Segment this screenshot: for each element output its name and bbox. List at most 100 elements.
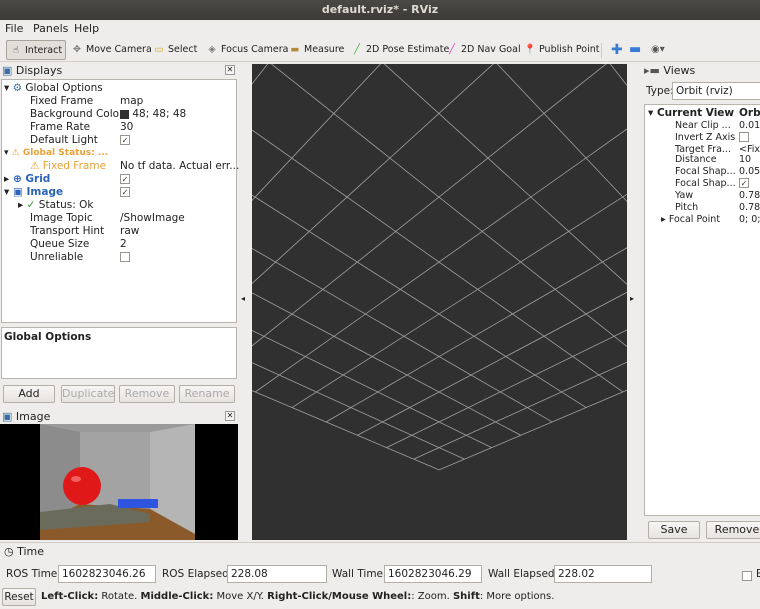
publish-point-label: Publish Point bbox=[539, 44, 600, 55]
reset-button[interactable]: Reset bbox=[2, 588, 36, 606]
queue-size-label: Queue Size bbox=[30, 238, 90, 250]
focal-point-row[interactable]: ▸ Focal Point bbox=[661, 213, 720, 226]
wall-elapsed-field[interactable]: 228.02 bbox=[554, 565, 652, 583]
description-title: Global Options bbox=[4, 331, 92, 343]
menu-panels[interactable]: Panels bbox=[33, 22, 68, 35]
ros-time-field[interactable]: 1602823046.26 bbox=[58, 565, 156, 583]
background-color-value[interactable]: 48; 48; 48 bbox=[120, 108, 186, 121]
tree-row-global-status[interactable]: ▾ ⚠ Global Status: ... bbox=[4, 147, 108, 160]
global-status-label: Global Status: ... bbox=[22, 148, 109, 158]
frame-rate-value[interactable]: 30 bbox=[120, 121, 133, 134]
window-title: default.rviz* - RViz bbox=[321, 3, 439, 16]
grid-line bbox=[291, 193, 627, 408]
tree-row-status-ok[interactable]: ▸ ✓ Status: Ok bbox=[18, 199, 93, 212]
empty-checkbox-icon bbox=[742, 571, 752, 581]
tree-row-grid[interactable]: ▸ ⊕ Grid bbox=[4, 173, 50, 186]
status-fixed-frame-row[interactable]: ⚠ Fixed Frame bbox=[30, 160, 106, 173]
expand-arrow-icon[interactable]: ▾ bbox=[4, 186, 9, 198]
view-type-label: Type: bbox=[646, 85, 674, 97]
empty-checkbox-icon bbox=[120, 252, 130, 262]
grid-line bbox=[252, 390, 440, 471]
empty-checkbox-icon bbox=[739, 132, 749, 142]
focus-icon: ◈ bbox=[208, 44, 216, 55]
displays-tree[interactable]: ▾ ⚙ Global Options Fixed Frame map Backg… bbox=[1, 79, 239, 323]
hint-middle-text: Move X/Y. bbox=[213, 591, 268, 602]
status-hint: Left-Click: Rotate. Middle-Click: Move X… bbox=[41, 591, 554, 602]
tree-row-global-options[interactable]: ▾ ⚙ Global Options bbox=[4, 82, 103, 95]
ros-elapsed-field[interactable]: 228.08 bbox=[227, 565, 327, 583]
hint-shift: Shift bbox=[452, 591, 480, 602]
interact-tool-button[interactable]: ☝ Interact bbox=[6, 40, 67, 60]
menu-bar: File Panels Help bbox=[0, 20, 760, 38]
duplicate-display-button[interactable]: Duplicate bbox=[61, 385, 115, 403]
ruler-icon: ▬ bbox=[290, 44, 300, 55]
nav-goal-tool-button[interactable]: ╱ 2D Nav Goal bbox=[443, 40, 524, 60]
focus-camera-tool-button[interactable]: ◈ Focus Camera bbox=[203, 40, 291, 60]
fixed-frame-value[interactable]: map bbox=[120, 95, 143, 108]
grid-line bbox=[252, 129, 624, 393]
views-tree[interactable]: ▾ Current View Orbi Near Clip ... 0.01 I… bbox=[644, 104, 760, 516]
publish-point-tool-button[interactable]: 📍 Publish Point bbox=[521, 40, 602, 60]
close-panel-icon[interactable]: ✕ bbox=[225, 411, 235, 421]
background-color-text: 48; 48; 48 bbox=[132, 108, 187, 120]
grid-label: Grid bbox=[25, 173, 51, 185]
close-panel-icon[interactable]: ✕ bbox=[225, 65, 235, 75]
hint-right-click: Right-Click/Mouse Wheel: bbox=[267, 591, 412, 602]
transport-hint-value[interactable]: raw bbox=[120, 225, 139, 238]
ok-check-icon: ✓ bbox=[26, 199, 36, 211]
time-panel-header: ◷ Time bbox=[4, 545, 44, 558]
hand-icon: ☝ bbox=[13, 45, 19, 56]
transport-hint-label: Transport Hint bbox=[30, 225, 105, 237]
remove-tool-minus-icon[interactable]: ▬ bbox=[626, 40, 644, 60]
select-tool-button[interactable]: ▭ Select bbox=[150, 40, 200, 60]
unreliable-checkbox[interactable] bbox=[120, 251, 130, 264]
collapse-arrow-icon[interactable]: ▸ bbox=[4, 173, 9, 185]
add-tool-plus-icon[interactable]: ✚ bbox=[608, 40, 626, 60]
menu-help[interactable]: Help bbox=[74, 22, 99, 35]
measure-tool-button[interactable]: ▬ Measure bbox=[286, 40, 347, 60]
save-view-button[interactable]: Save bbox=[648, 521, 700, 539]
image-label: Image bbox=[26, 186, 64, 198]
splitter-left-arrow-icon[interactable]: ◂ bbox=[241, 294, 245, 303]
view-type-select[interactable]: Orbit (rviz) bbox=[672, 82, 760, 100]
warning-icon: ⚠ bbox=[30, 160, 40, 172]
default-light-checkbox[interactable]: ✓ bbox=[120, 134, 130, 147]
menu-file[interactable]: File bbox=[5, 22, 23, 35]
grid-icon: ⊕ bbox=[12, 173, 22, 185]
expand-arrow-icon[interactable]: ▾ bbox=[4, 148, 9, 158]
remove-view-button[interactable]: Remove bbox=[706, 521, 760, 539]
splitter-right-arrow-icon[interactable]: ▸ bbox=[630, 294, 634, 303]
hint-left-click: Left-Click: bbox=[41, 591, 99, 602]
collapse-arrow-icon[interactable]: ▸ bbox=[661, 214, 666, 225]
grid-enabled-checkbox[interactable]: ✓ bbox=[120, 173, 130, 186]
image-topic-value[interactable]: /ShowImage bbox=[120, 212, 185, 225]
default-light-label: Default Light bbox=[30, 134, 98, 146]
focal-point-value[interactable]: 0; 0; bbox=[739, 213, 760, 226]
hint-shift-text: : More options. bbox=[479, 591, 555, 602]
collapse-arrow-icon[interactable]: ▸ bbox=[18, 199, 23, 211]
move-camera-tool-button[interactable]: ✥ Move Camera bbox=[68, 40, 155, 60]
image-icon: ▣ bbox=[12, 186, 23, 198]
rename-display-button[interactable]: Rename bbox=[179, 385, 235, 403]
add-display-button[interactable]: Add bbox=[3, 385, 55, 403]
current-view-label: Current View bbox=[656, 107, 735, 119]
camera-type-eye-icon[interactable]: ◉▾ bbox=[648, 40, 668, 60]
nav-goal-label: 2D Nav Goal bbox=[461, 44, 521, 55]
grid-line bbox=[252, 194, 587, 408]
color-swatch bbox=[120, 109, 129, 119]
displays-title: Displays bbox=[15, 64, 63, 77]
experimental-checkbox[interactable] bbox=[742, 569, 752, 582]
wall-time-field[interactable]: 1602823046.29 bbox=[384, 565, 482, 583]
remove-display-button[interactable]: Remove bbox=[119, 385, 175, 403]
image-enabled-checkbox[interactable]: ✓ bbox=[120, 186, 130, 199]
expand-arrow-icon[interactable]: ▾ bbox=[648, 107, 653, 119]
expand-arrow-icon[interactable]: ▾ bbox=[4, 82, 9, 94]
unreliable-label: Unreliable bbox=[30, 251, 84, 263]
interact-label: Interact bbox=[25, 45, 63, 56]
render-viewport[interactable] bbox=[252, 64, 627, 540]
queue-size-value[interactable]: 2 bbox=[120, 238, 127, 251]
pose-estimate-tool-button[interactable]: ╱ 2D Pose Estimate bbox=[348, 40, 452, 60]
grid-line bbox=[252, 330, 492, 448]
tree-row-image[interactable]: ▾ ▣ Image bbox=[4, 186, 63, 199]
grid-line bbox=[357, 291, 627, 436]
